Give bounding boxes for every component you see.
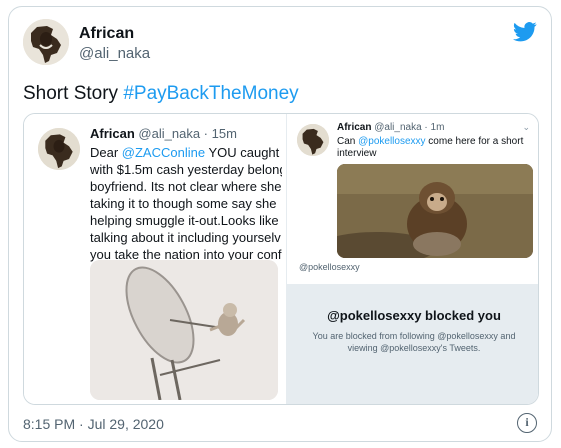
hashtag-link[interactable]: #PayBackTheMoney: [123, 83, 298, 104]
quoted-author-handle: @ali_naka: [138, 126, 201, 141]
quoted-line: with $1.5m cash yesterday belong: [90, 162, 282, 177]
quoted-age: · 15m: [203, 126, 237, 141]
quoted-author-line: African @ali_naka · 15m: [90, 126, 237, 141]
blocked-notice: @pokellosexxy blocked you You are blocke…: [287, 284, 538, 404]
satellite-dish-image: [90, 260, 278, 400]
monkey-image: [337, 164, 533, 258]
tweet-text: Short Story #PayBackTheMoney: [23, 83, 299, 105]
info-icon[interactable]: i: [517, 413, 537, 433]
screenshot-author-avatar: [297, 124, 329, 156]
twitter-bird-icon[interactable]: [513, 21, 537, 43]
quoted-line: taking it to though some say she: [90, 196, 277, 211]
screenshot-text: Can @pokellosexxy come here for a short …: [337, 136, 524, 159]
quoted-author-avatar: [38, 128, 80, 170]
quoted-line: helping smuggle it-out.Looks like: [90, 213, 279, 228]
author-avatar[interactable]: [23, 19, 69, 65]
quoted-body: Dear @ZACConline YOU caught s with $1.5m…: [90, 144, 282, 263]
tweet-card[interactable]: African @ali_naka Short Story #PayBackTh…: [8, 6, 552, 442]
author-name[interactable]: African: [79, 25, 134, 43]
quoted-line: talking about it including yourselv: [90, 230, 281, 245]
chevron-down-icon: ⌄: [522, 122, 530, 132]
tweet-text-prefix: Short Story: [23, 83, 124, 104]
author-handle[interactable]: @ali_naka: [79, 45, 150, 62]
blocked-screenshot: African @ali_naka · 1m ⌄ Can @pokellosex…: [286, 114, 538, 404]
image-handle-caption: @pokellosexxy: [299, 262, 360, 272]
screenshot-author-line: African @ali_naka · 1m: [337, 122, 444, 133]
screenshot-age: · 1m: [424, 122, 445, 133]
quoted-line: boyfriend. Its not clear where she: [90, 179, 282, 194]
blocked-title: @pokellosexxy blocked you: [327, 308, 501, 323]
screenshot-author-handle: @ali_naka: [374, 122, 422, 133]
quoted-line: Dear @ZACConline YOU caught s: [90, 145, 282, 160]
screenshot-author-name: African: [337, 122, 372, 133]
quoted-tweet-screenshot: African @ali_naka · 15m Dear @ZACConline…: [24, 114, 286, 404]
quoted-media[interactable]: African @ali_naka · 15m Dear @ZACConline…: [23, 113, 539, 405]
blocked-subtitle: You are blocked from following @pokellos…: [312, 331, 516, 353]
tweet-timestamp[interactable]: 8:15 PM · Jul 29, 2020: [23, 416, 164, 432]
quoted-author-name: African: [90, 126, 135, 141]
